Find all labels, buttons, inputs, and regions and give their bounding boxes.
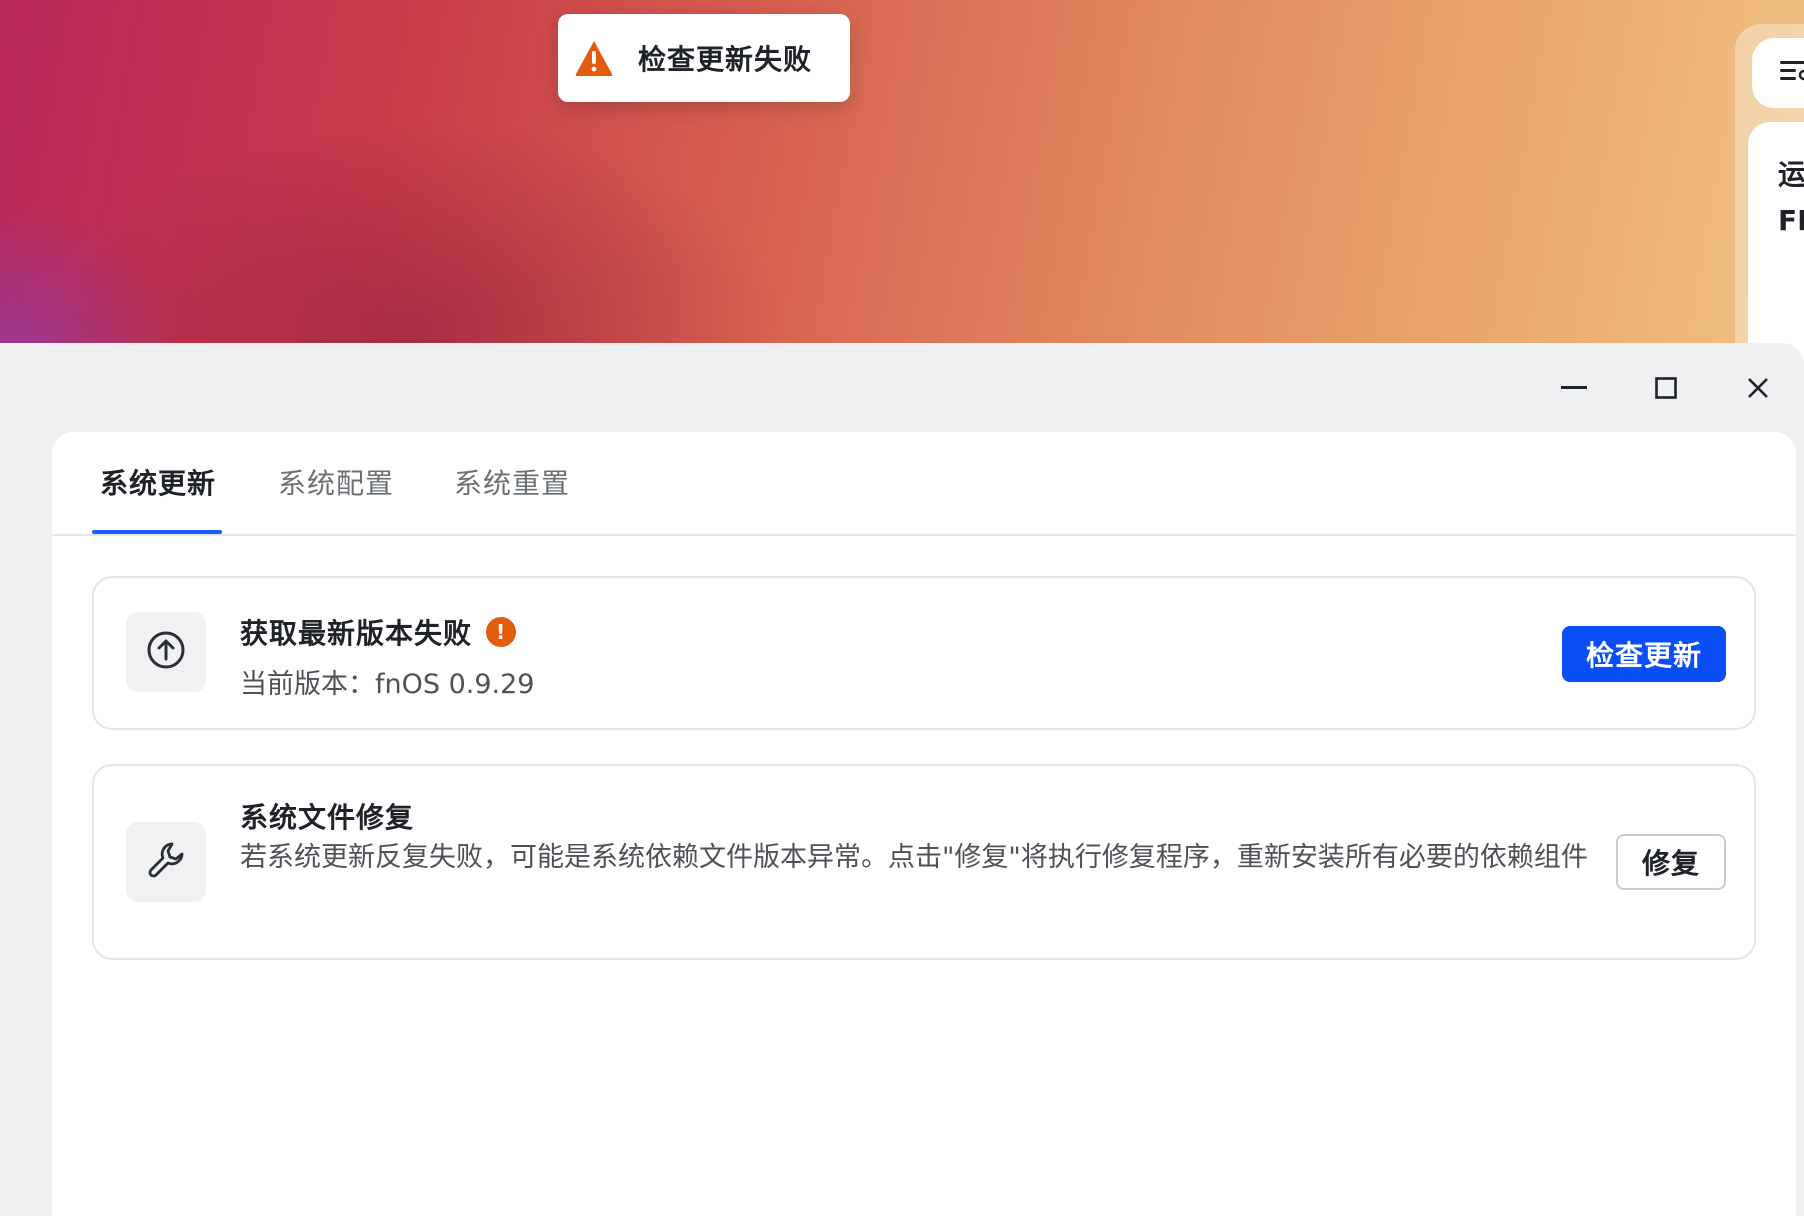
desktop-wallpaper (0, 0, 1804, 360)
repair-description: 若系统更新反复失败，可能是系统依赖文件版本异常。点击"修复"将执行修复程序，重新… (240, 842, 1588, 873)
minimize-icon (1561, 386, 1587, 390)
minimize-button[interactable] (1528, 343, 1620, 433)
widget-card-title: 运 (1778, 158, 1804, 191)
active-tab-indicator (92, 530, 222, 534)
tab-system-reset[interactable]: 系统重置 (454, 432, 570, 536)
wrench-icon (146, 840, 186, 884)
filter-settings-icon (1780, 58, 1804, 88)
error-toast: 检查更新失败 (558, 14, 850, 102)
maximize-icon (1655, 377, 1677, 399)
current-version: 当前版本：fnOS 0.9.29 (240, 669, 535, 700)
update-status-title: 获取最新版本失败 ! (240, 612, 517, 652)
close-button[interactable] (1712, 343, 1804, 433)
update-status-text: 获取最新版本失败 (240, 617, 473, 650)
toast-message: 检查更新失败 (638, 43, 813, 76)
repair-card: 系统文件修复 若系统更新反复失败，可能是系统依赖文件版本异常。点击"修复"将执行… (92, 764, 1756, 960)
settings-panel: 系统更新 系统配置 系统重置 获取最新版本失败 ! 当前版本：fnOS 0.9.… (52, 432, 1796, 1232)
window-controls (1528, 343, 1804, 433)
tab-system-config[interactable]: 系统配置 (278, 432, 394, 536)
update-icon-box (126, 612, 206, 692)
warning-triangle-icon (574, 38, 614, 78)
widget-filter-button[interactable] (1752, 38, 1804, 108)
widget-card-subtitle: FI (1778, 204, 1804, 237)
settings-window: 系统更新 系统配置 系统重置 获取最新版本失败 ! 当前版本：fnOS 0.9.… (0, 343, 1804, 1232)
repair-button[interactable]: 修复 (1615, 834, 1726, 890)
update-card: 获取最新版本失败 ! 当前版本：fnOS 0.9.29 检查更新 (92, 576, 1756, 730)
check-update-button[interactable]: 检查更新 (1561, 626, 1726, 682)
arrow-up-circle-icon (146, 630, 186, 674)
maximize-button[interactable] (1620, 343, 1712, 433)
close-icon (1747, 377, 1769, 399)
repair-title: 系统文件修复 (240, 801, 415, 834)
repair-icon-box (126, 822, 206, 902)
tab-system-update[interactable]: 系统更新 (100, 432, 216, 536)
exclamation-icon: ! (486, 617, 517, 647)
tab-bar: 系统更新 系统配置 系统重置 (52, 432, 1796, 536)
